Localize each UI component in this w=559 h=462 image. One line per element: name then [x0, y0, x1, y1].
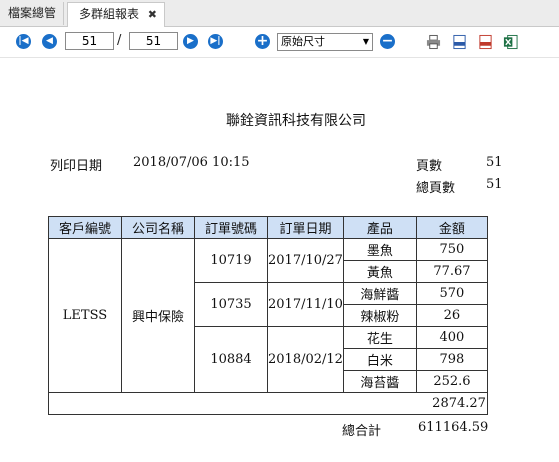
column-header: 訂單日期 — [267, 216, 344, 239]
column-header: 訂單號碼 — [194, 216, 268, 239]
zoom-out-icon[interactable]: − — [380, 34, 395, 49]
column-header: 金額 — [415, 216, 488, 239]
xml-icon[interactable] — [452, 34, 467, 50]
tab-multi-group-report[interactable]: 多群組報表 ✖ — [67, 2, 165, 27]
order-number-cell: 10719 — [194, 238, 268, 283]
subtotal-row: 2874.27 — [48, 392, 488, 415]
print-icon[interactable] — [426, 34, 441, 50]
total-pages-value: 51 — [486, 177, 503, 192]
table-row: LETSS 興中保險 10719 2017/10/27 墨魚 750 — [48, 238, 488, 393]
amount-cell: 798 — [415, 348, 488, 371]
order-date-cell: 2018/02/12 — [267, 326, 344, 393]
customer-id-cell: LETSS — [48, 238, 122, 393]
column-header: 客戶編號 — [48, 216, 122, 239]
amount-cell: 26 — [415, 304, 488, 327]
product-cell: 海鮮醬 — [342, 282, 417, 305]
tab-label: 多群組報表 — [79, 7, 140, 21]
amount-cell: 570 — [415, 282, 488, 305]
subtotal-cell: 2874.27 — [48, 392, 488, 415]
amount-cell: 400 — [415, 326, 488, 349]
previous-page-icon[interactable]: ◀ — [42, 34, 57, 49]
zoom-value: 原始尺寸 — [281, 35, 325, 48]
column-header: 公司名稱 — [121, 216, 195, 239]
next-page-icon[interactable]: ▶ — [183, 34, 198, 49]
company-name-cell: 興中保險 — [121, 238, 195, 393]
pdf-icon[interactable] — [478, 34, 493, 50]
tab-bar: 檔案總管 多群組報表 ✖ — [0, 0, 559, 27]
page-label: 頁數 — [416, 159, 443, 174]
column-header: 產品 — [342, 216, 417, 239]
total-pages-field: 51 — [129, 32, 178, 50]
report-toolbar: |◀ ◀ 51 / 51 ▶ ▶| + 原始尺寸 ▼ − — [0, 27, 559, 58]
zoom-select[interactable]: 原始尺寸 ▼ — [277, 33, 373, 51]
report-page: 聯銓資訊科技有限公司 列印日期 2018/07/06 10:15 頁數 51 總… — [0, 58, 559, 462]
chevron-down-icon: ▼ — [362, 37, 369, 46]
print-date-label: 列印日期 — [50, 159, 103, 174]
order-date-cell: 2017/10/27 — [267, 238, 344, 283]
zoom-in-icon[interactable]: + — [255, 34, 270, 49]
product-cell: 辣椒粉 — [342, 304, 417, 327]
first-page-icon[interactable]: |◀ — [16, 34, 31, 49]
product-cell: 海苔醬 — [342, 370, 417, 393]
report-table: 客戶編號 公司名稱 訂單號碼 訂單日期 產品 金額 LETSS 興中保險 107… — [48, 216, 488, 415]
close-icon[interactable]: ✖ — [148, 3, 157, 26]
amount-cell: 750 — [415, 238, 488, 261]
tab-label: 檔案總管 — [8, 6, 57, 20]
order-number-cell: 10884 — [194, 326, 268, 393]
product-cell: 白米 — [342, 348, 417, 371]
print-date-value: 2018/07/06 10:15 — [133, 155, 250, 170]
excel-icon[interactable] — [503, 34, 518, 50]
tab-file-explorer[interactable]: 檔案總管 — [0, 2, 64, 25]
grand-total-value: 611164.59 — [418, 420, 489, 435]
header-row: 客戶編號 公司名稱 訂單號碼 訂單日期 產品 金額 — [48, 216, 488, 239]
amount-cell: 252.6 — [415, 370, 488, 393]
grand-total-label: 總合計 — [342, 424, 382, 439]
product-cell: 花生 — [342, 326, 417, 349]
order-number-cell: 10735 — [194, 282, 268, 327]
product-cell: 黃魚 — [342, 260, 417, 283]
total-pages-label: 總頁數 — [416, 181, 456, 196]
last-page-icon[interactable]: ▶| — [208, 34, 223, 49]
amount-cell: 77.67 — [415, 260, 488, 283]
order-date-cell: 2017/11/10 — [267, 282, 344, 327]
current-page-input[interactable]: 51 — [65, 32, 114, 50]
company-title: 聯銓資訊科技有限公司 — [226, 113, 366, 129]
product-cell: 墨魚 — [342, 238, 417, 261]
page-value: 51 — [486, 155, 503, 170]
page-separator: / — [117, 33, 122, 48]
